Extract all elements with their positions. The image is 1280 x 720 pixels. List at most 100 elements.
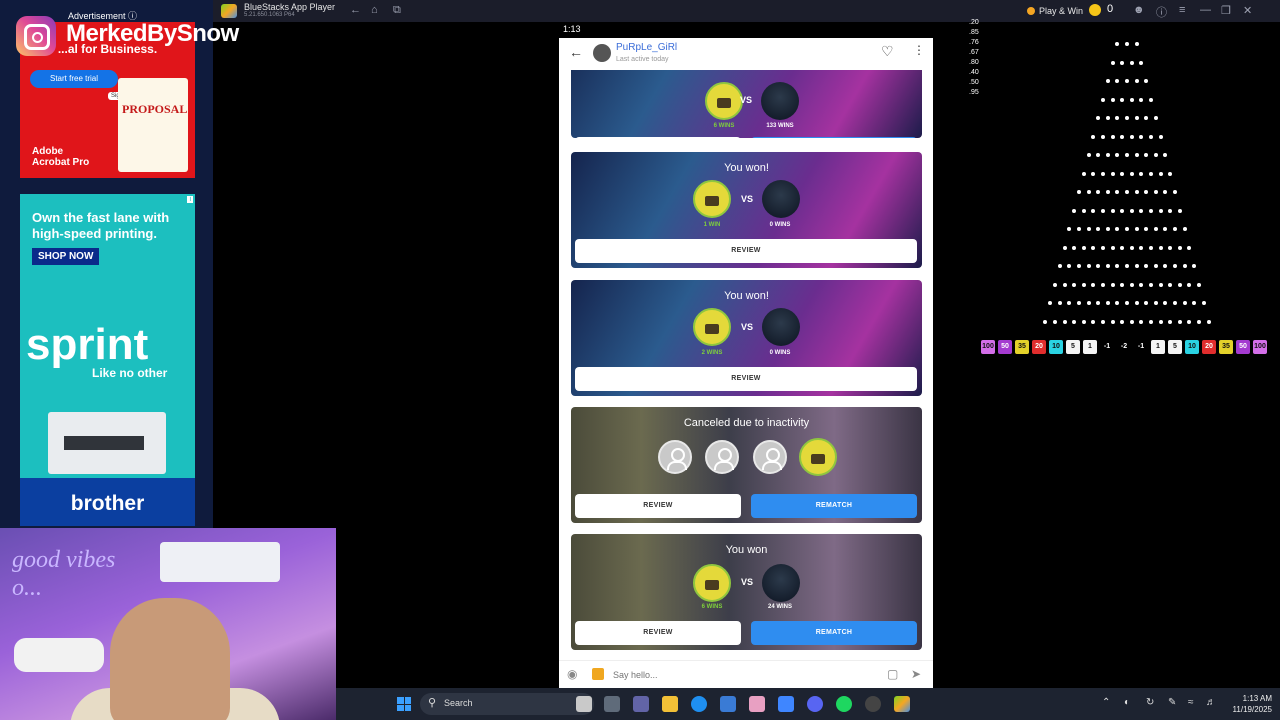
home-icon[interactable]: ⌂ — [371, 4, 378, 16]
review-button[interactable]: REVIEW — [575, 367, 917, 391]
widget-app-icon[interactable] — [576, 696, 592, 712]
plinko-pin — [1062, 282, 1067, 287]
plinko-pin — [1163, 301, 1168, 305]
opponent-avatar — [762, 564, 800, 602]
copilot-icon[interactable] — [778, 696, 794, 712]
play-win-button[interactable]: Play & Win — [1027, 3, 1083, 19]
match-history-list[interactable]: VS 6 WINS 133 WINS REVIEW REMATCH You wo… — [559, 70, 933, 660]
sprint-product-name: sprint — [26, 320, 149, 369]
contact-name[interactable]: PuRpLe_GiRl — [616, 42, 677, 53]
tray-app-icon[interactable]: ◐ — [1124, 697, 1130, 708]
ad-info-icon[interactable]: i — [187, 196, 193, 203]
plinko-pin — [1067, 227, 1072, 231]
more-options-icon[interactable]: ⋮ — [913, 43, 925, 57]
bluestacks-title-bar: BlueStacks App Player 5.21.650.1063 P64 … — [213, 0, 1280, 22]
match-card: You won VS 6 WINS 24 WINS REVIEW REMATCH — [571, 534, 922, 650]
plinko-slot: 20 — [1032, 340, 1046, 354]
file-explorer-icon[interactable] — [662, 696, 678, 712]
heart-icon[interactable]: ♡ — [881, 43, 894, 60]
review-button[interactable]: REVIEW — [575, 239, 917, 263]
review-button[interactable]: REVIEW — [575, 621, 741, 645]
plinko-pin — [1144, 79, 1149, 83]
volume-icon[interactable]: ♬ — [1206, 697, 1216, 708]
tray-chevron-icon[interactable]: ⌃ — [1102, 697, 1110, 708]
brother-ad[interactable]: i Own the fast lane with high-speed prin… — [20, 194, 195, 526]
start-button[interactable] — [397, 697, 411, 711]
plinko-pin — [1158, 134, 1163, 139]
plinko-pin — [1129, 97, 1134, 102]
plinko-pin — [1139, 97, 1144, 102]
task-view-icon[interactable] — [604, 696, 620, 712]
wifi-icon[interactable]: ≈ — [1188, 697, 1194, 708]
windows-taskbar: ⚲ Search ⌃ ◐ ↻ ✎ ≈ ♬ 1:13 AM 11/19/2025 — [336, 688, 1280, 720]
match-card: Canceled due to inactivity REVIEW REMATC… — [571, 407, 922, 523]
plinko-pin — [1110, 134, 1115, 139]
restore-icon[interactable]: ❐ — [1221, 4, 1231, 17]
plinko-pin — [1149, 245, 1153, 250]
discord-icon[interactable] — [807, 696, 823, 712]
plinko-pin — [1153, 301, 1158, 305]
taskbar-search[interactable]: ⚲ Search — [420, 693, 594, 715]
plinko-board — [975, 38, 1280, 338]
plinko-pin — [1158, 208, 1163, 213]
plinko-pin — [1115, 116, 1120, 120]
review-button[interactable]: REVIEW — [575, 137, 741, 138]
plinko-pin — [1053, 282, 1057, 287]
avatar-icon[interactable]: ☻ — [1133, 4, 1145, 16]
plinko-pin — [1110, 208, 1115, 213]
plinko-pin — [1105, 190, 1110, 194]
bluestacks-taskbar-icon[interactable] — [894, 696, 910, 712]
opponent-avatar — [762, 308, 800, 346]
chat-header: ← PuRpLe_GiRl Last active today ♡ ⋮ — [559, 38, 933, 70]
plinko-pin — [1125, 301, 1129, 305]
air-conditioner-image — [160, 542, 280, 582]
plinko-pin — [1086, 153, 1091, 157]
chat-message-input[interactable] — [613, 666, 813, 684]
edge-icon[interactable] — [691, 696, 707, 712]
shop-now-button[interactable]: SHOP NOW — [32, 248, 100, 265]
plinko-pin — [1153, 116, 1158, 120]
player-avatar — [705, 82, 743, 120]
plinko-pin — [1173, 301, 1177, 305]
rematch-button[interactable]: REMATCH — [751, 494, 917, 518]
menu-icon[interactable]: ≡ — [1179, 4, 1185, 16]
plinko-pin — [1168, 245, 1173, 250]
plinko-pin — [1101, 319, 1105, 324]
minimize-icon[interactable]: — — [1200, 4, 1211, 16]
back-icon[interactable]: ← — [350, 4, 361, 16]
gamepad-icon[interactable]: ◉ — [567, 667, 577, 681]
obs-icon[interactable] — [865, 696, 881, 712]
close-icon[interactable]: ✕ — [1243, 4, 1252, 17]
teams-icon[interactable] — [633, 696, 649, 712]
plinko-pin — [1153, 153, 1158, 157]
plinko-pin — [1125, 190, 1129, 194]
plinko-pin — [1115, 264, 1120, 268]
plinko-pin — [1115, 42, 1120, 46]
spotify-icon[interactable] — [836, 696, 852, 712]
contact-avatar[interactable] — [593, 44, 611, 62]
plinko-pin — [1134, 264, 1139, 268]
instagram-icon — [16, 16, 56, 56]
app-icon[interactable] — [749, 696, 765, 712]
plinko-pin — [1105, 153, 1110, 157]
back-arrow-icon[interactable]: ← — [569, 44, 583, 60]
emoji-icon[interactable] — [592, 668, 604, 680]
sticker-icon[interactable]: ▢ — [887, 667, 898, 681]
review-button[interactable]: REVIEW — [575, 494, 741, 518]
plinko-pin — [1091, 208, 1096, 213]
plinko-pin — [1086, 301, 1091, 305]
rematch-button[interactable]: REMATCH — [751, 621, 917, 645]
store-icon[interactable] — [720, 696, 736, 712]
help-icon[interactable]: ⓘ — [1156, 4, 1167, 20]
start-free-trial-button[interactable]: Start free trial — [30, 70, 118, 88]
tray-pen-icon[interactable]: ✎ — [1168, 697, 1176, 708]
taskbar-clock[interactable]: 1:13 AM 11/19/2025 — [1224, 693, 1272, 715]
send-icon[interactable]: ➤ — [911, 667, 921, 681]
recent-apps-icon[interactable]: ⧉ — [393, 4, 401, 17]
plinko-slot: -1 — [1134, 340, 1148, 354]
rematch-button[interactable]: REMATCH — [751, 137, 917, 138]
bluestacks-title: BlueStacks App Player — [244, 2, 336, 12]
tray-sync-icon[interactable]: ↻ — [1146, 697, 1154, 708]
plinko-pin — [1173, 227, 1177, 231]
plinko-pin — [1197, 319, 1201, 324]
